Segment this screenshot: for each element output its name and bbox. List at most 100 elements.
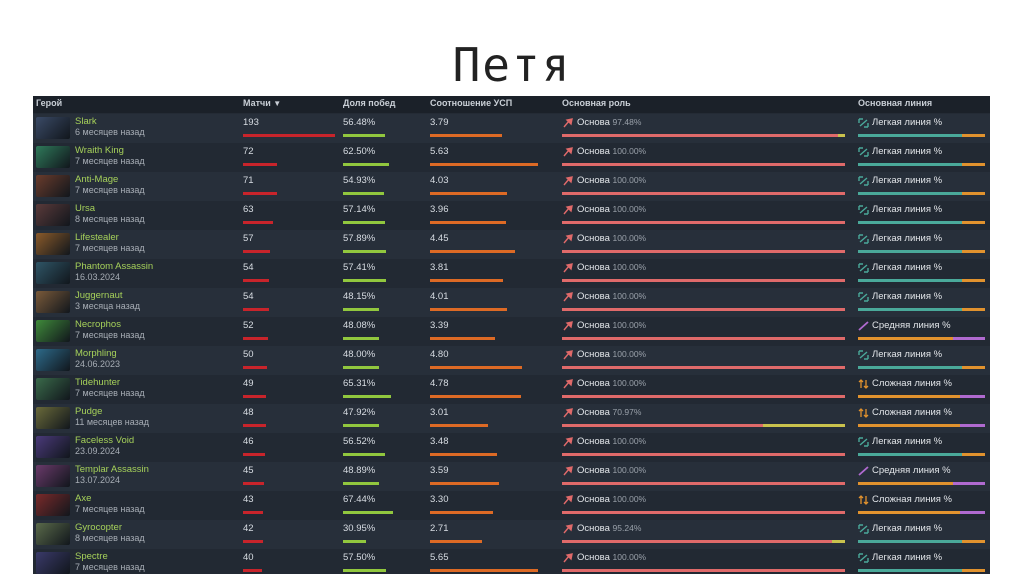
- role-label: Основа 100.00%: [577, 436, 646, 447]
- table-row[interactable]: Lifestealer 7 месяцев назад 57 57.89% 4.…: [33, 230, 990, 259]
- matches-bar: [243, 337, 268, 340]
- table-row[interactable]: Templar Assassin 13.07.2024 45 48.89% 3.…: [33, 462, 990, 491]
- role-name: Основа: [577, 349, 610, 360]
- hero-name[interactable]: Tidehunter: [75, 377, 120, 388]
- mid-lane-icon: [858, 466, 869, 476]
- hero-name[interactable]: Morphling: [75, 348, 117, 359]
- triangle-down-icon: ▼: [273, 99, 282, 108]
- hero-avatar[interactable]: [36, 146, 70, 168]
- table-row[interactable]: Spectre 7 месяцев назад 40 57.50% 5.65 О…: [33, 549, 990, 574]
- matches-value: 40: [243, 552, 254, 563]
- hero-name[interactable]: Juggernaut: [75, 290, 123, 301]
- hero-avatar[interactable]: [36, 320, 70, 342]
- hero-avatar[interactable]: [36, 465, 70, 487]
- lane-bar: [858, 424, 985, 427]
- role-percent: 100.00%: [612, 320, 647, 330]
- table-row[interactable]: Gyrocopter 8 месяцев назад 42 30.95% 2.7…: [33, 520, 990, 549]
- hero-name[interactable]: Anti-Mage: [75, 174, 118, 185]
- col-role[interactable]: Основная роль: [562, 98, 631, 108]
- hero-name[interactable]: Wraith King: [75, 145, 124, 156]
- hero-name[interactable]: Necrophos: [75, 319, 121, 330]
- table-row[interactable]: Slark 6 месяцев назад 193 56.48% 3.79 Ос…: [33, 114, 990, 143]
- hero-avatar[interactable]: [36, 117, 70, 139]
- hero-name[interactable]: Axe: [75, 493, 91, 504]
- role-label: Основа 100.00%: [577, 175, 646, 186]
- hero-avatar[interactable]: [36, 175, 70, 197]
- role-label: Основа 100.00%: [577, 552, 646, 563]
- table-row[interactable]: Ursa 8 месяцев назад 63 57.14% 3.96 Осно…: [33, 201, 990, 230]
- kda-value: 4.03: [430, 175, 449, 186]
- col-winrate[interactable]: Доля побед: [343, 98, 395, 108]
- col-kda[interactable]: Соотношение УСП: [430, 98, 512, 108]
- hero-name[interactable]: Lifestealer: [75, 232, 119, 243]
- hero-name[interactable]: Gyrocopter: [75, 522, 122, 533]
- col-matches[interactable]: Матчи ▼: [243, 98, 281, 108]
- kda-bar: [430, 395, 521, 398]
- kda-bar: [430, 511, 493, 514]
- role-name: Основа: [577, 407, 610, 418]
- hero-name[interactable]: Templar Assassin: [75, 464, 149, 475]
- hero-avatar[interactable]: [36, 523, 70, 545]
- kda-value: 3.48: [430, 436, 449, 447]
- role-percent: 100.00%: [612, 494, 647, 504]
- last-played: 8 месяцев назад: [75, 214, 145, 224]
- hero-avatar[interactable]: [36, 436, 70, 458]
- table-row[interactable]: Anti-Mage 7 месяцев назад 71 54.93% 4.03…: [33, 172, 990, 201]
- hero-avatar[interactable]: [36, 262, 70, 284]
- hero-avatar[interactable]: [36, 494, 70, 516]
- role-bar-track: [562, 569, 845, 572]
- kda-bar: [430, 540, 482, 543]
- hero-name[interactable]: Slark: [75, 116, 97, 127]
- table-row[interactable]: Necrophos 7 месяцев назад 52 48.08% 3.39…: [33, 317, 990, 346]
- hero-avatar[interactable]: [36, 552, 70, 574]
- winrate-bar: [343, 482, 379, 485]
- hero-name[interactable]: Pudge: [75, 406, 102, 417]
- kda-bar: [430, 337, 495, 340]
- col-hero[interactable]: Герой: [36, 98, 62, 108]
- last-played: 7 месяцев назад: [75, 504, 145, 514]
- table-row[interactable]: Morphling 24.06.2023 50 48.00% 4.80 Осно…: [33, 346, 990, 375]
- matches-bar: [243, 540, 263, 543]
- col-lane[interactable]: Основная линия: [858, 98, 932, 108]
- lane-bar: [858, 395, 985, 398]
- matches-bar: [243, 453, 265, 456]
- lane-label: Легкая линия %: [872, 175, 943, 186]
- winrate-value: 30.95%: [343, 523, 376, 534]
- kda-bar: [430, 250, 515, 253]
- hero-name[interactable]: Ursa: [75, 203, 95, 214]
- matches-value: 45: [243, 465, 254, 476]
- hero-avatar[interactable]: [36, 407, 70, 429]
- lane-bar-segment: [858, 569, 962, 572]
- hero-avatar[interactable]: [36, 204, 70, 226]
- hero-avatar[interactable]: [36, 291, 70, 313]
- table-row[interactable]: Wraith King 7 месяцев назад 72 62.50% 5.…: [33, 143, 990, 172]
- kda-bar: [430, 279, 503, 282]
- lane-bar-segment: [858, 279, 962, 282]
- table-row[interactable]: Faceless Void 23.09.2024 46 56.52% 3.48 …: [33, 433, 990, 462]
- lane-bar-segment: [962, 366, 985, 369]
- hero-avatar[interactable]: [36, 349, 70, 371]
- role-percent: 95.24%: [612, 523, 642, 533]
- role-name: Основа: [577, 291, 610, 302]
- table-row[interactable]: Tidehunter 7 месяцев назад 49 65.31% 4.7…: [33, 375, 990, 404]
- table-row[interactable]: Juggernaut 3 месяца назад 54 48.15% 4.01…: [33, 288, 990, 317]
- matches-value: 63: [243, 204, 254, 215]
- kda-value: 3.96: [430, 204, 449, 215]
- hero-name[interactable]: Faceless Void: [75, 435, 134, 446]
- lane-bar-segment: [962, 569, 985, 572]
- hero-avatar[interactable]: [36, 378, 70, 400]
- lane-bar: [858, 192, 985, 195]
- carry-role-icon: [563, 466, 573, 476]
- matches-bar: [243, 250, 270, 253]
- table-row[interactable]: Phantom Assassin 16.03.2024 54 57.41% 3.…: [33, 259, 990, 288]
- hero-name[interactable]: Spectre: [75, 551, 108, 562]
- hero-avatar[interactable]: [36, 233, 70, 255]
- role-bar: [562, 250, 845, 253]
- matches-bar: [243, 569, 262, 572]
- table-row[interactable]: Pudge 11 месяцев назад 48 47.92% 3.01 Ос…: [33, 404, 990, 433]
- role-label: Основа 100.00%: [577, 465, 646, 476]
- table-row[interactable]: Axe 7 месяцев назад 43 67.44% 3.30 Основ…: [33, 491, 990, 520]
- hero-name[interactable]: Phantom Assassin: [75, 261, 153, 272]
- role-name: Основа: [577, 552, 610, 563]
- role-bar: [562, 279, 845, 282]
